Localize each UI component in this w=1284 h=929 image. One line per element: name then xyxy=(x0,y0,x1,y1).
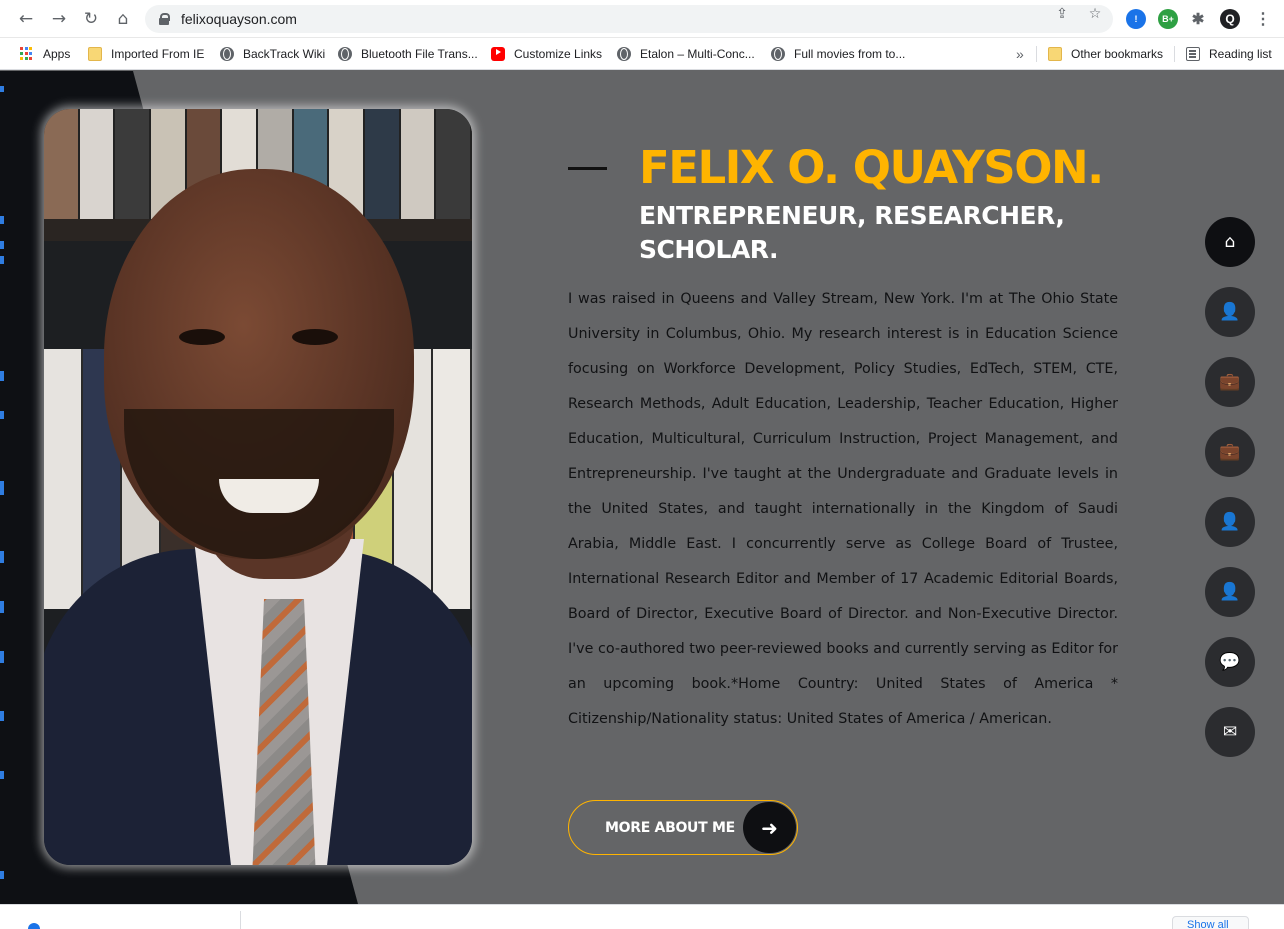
profile-avatar-icon[interactable]: Q xyxy=(1220,9,1240,29)
bookmarks-overflow-button[interactable]: » xyxy=(1016,43,1024,65)
share-icon[interactable]: ⇪ xyxy=(1054,6,1070,22)
hero-subtitle: ENTREPRENEUR, RESEARCHER, SCHOLAR. xyxy=(639,201,1065,264)
back-icon[interactable]: ← xyxy=(14,7,38,31)
globe-icon xyxy=(338,47,352,61)
bookmark-label: Full movies from to... xyxy=(794,47,906,61)
reload-icon[interactable]: ↻ xyxy=(79,7,103,31)
folder-icon xyxy=(1048,47,1062,61)
side-nav-testimonials[interactable]: 💬 xyxy=(1205,637,1255,687)
side-nav-profile-2[interactable]: 👤 xyxy=(1205,497,1255,547)
youtube-icon xyxy=(491,47,505,61)
hero-name: FELIX O. QUAYSON. xyxy=(639,141,1104,194)
globe-icon xyxy=(771,47,785,61)
bookmark-bluetooth[interactable]: Bluetooth File Trans... xyxy=(338,43,478,65)
folder-icon xyxy=(88,47,102,61)
lock-icon[interactable] xyxy=(159,13,170,25)
puzzle-extensions-icon[interactable]: ✱ xyxy=(1188,9,1208,29)
envelope-open-icon: ✉ xyxy=(1222,722,1238,742)
bookmark-label: Imported From IE xyxy=(111,47,205,61)
show-all-downloads-button[interactable]: Show all xyxy=(1172,916,1249,929)
download-bar: Show all xyxy=(0,904,1284,929)
bookmarks-divider xyxy=(1174,46,1175,62)
bookmark-imported-from-ie[interactable]: Imported From IE xyxy=(88,43,204,65)
side-nav-home[interactable]: ⌂ xyxy=(1205,217,1255,267)
bookmarks-divider xyxy=(1036,46,1037,62)
arrow-right-icon: ➜ xyxy=(743,802,796,853)
bookmark-star-icon[interactable]: ☆ xyxy=(1087,6,1103,22)
user-icon: 👤 xyxy=(1219,512,1241,532)
reading-list-icon xyxy=(1186,47,1200,61)
home-icon: ⌂ xyxy=(1224,232,1236,252)
title-dash xyxy=(568,167,607,170)
apps-grid-icon xyxy=(20,47,34,61)
left-scroll-ticks xyxy=(0,71,6,904)
download-bar-divider xyxy=(240,911,241,929)
forward-icon[interactable]: → xyxy=(47,7,71,31)
side-nav-contact[interactable]: ✉ xyxy=(1205,707,1255,757)
user-icon: 👤 xyxy=(1219,582,1241,602)
address-bar[interactable]: felixoquayson.com xyxy=(145,5,1113,33)
globe-icon xyxy=(617,47,631,61)
reading-list-button[interactable]: Reading list xyxy=(1186,43,1272,65)
page-hero: FELIX O. QUAYSON. ENTREPRENEUR, RESEARCH… xyxy=(0,71,1284,904)
bookmark-label: Etalon – Multi-Conc... xyxy=(640,47,755,61)
side-nav-resume[interactable]: 💼 xyxy=(1205,357,1255,407)
browser-toolbar: ← → ↻ ⌂ felixoquayson.com ⇪ ☆ ! B+ ✱ Q ⋮ xyxy=(0,0,1284,38)
home-button-icon[interactable]: ⌂ xyxy=(111,7,135,31)
bookmark-etalon[interactable]: Etalon – Multi-Conc... xyxy=(617,43,755,65)
bookmark-label: Apps xyxy=(43,47,71,61)
bookmark-label: Bluetooth File Trans... xyxy=(361,47,478,61)
hero-bio: I was raised in Queens and Valley Stream… xyxy=(568,291,1118,727)
bookmark-other-bookmarks[interactable]: Other bookmarks xyxy=(1048,43,1163,65)
reading-list-label: Reading list xyxy=(1209,47,1272,61)
side-nav-about[interactable]: 👤 xyxy=(1205,287,1255,337)
side-nav-profile-3[interactable]: 👤 xyxy=(1205,567,1255,617)
more-about-me-button[interactable]: MORE ABOUT ME ➜ xyxy=(568,800,798,855)
briefcase-icon: 💼 xyxy=(1219,442,1241,462)
bookmarks-bar: Apps Imported From IE BackTrack Wiki Blu… xyxy=(0,38,1284,70)
address-url[interactable]: felixoquayson.com xyxy=(181,11,297,27)
globe-icon xyxy=(220,47,234,61)
bookmark-apps[interactable]: Apps xyxy=(20,43,70,65)
translate-extension-icon[interactable]: ! xyxy=(1126,9,1146,29)
download-file-icon[interactable] xyxy=(28,923,40,929)
bookmark-label: Customize Links xyxy=(514,47,603,61)
bookmark-customize-links[interactable]: Customize Links xyxy=(491,43,602,65)
chat-icon: 💬 xyxy=(1219,652,1241,672)
user-icon: 👤 xyxy=(1219,302,1241,322)
bookmark-full-movies[interactable]: Full movies from to... xyxy=(771,43,905,65)
briefcase-icon: 💼 xyxy=(1219,372,1241,392)
bookmark-label: Other bookmarks xyxy=(1071,47,1164,61)
bookmark-label: BackTrack Wiki xyxy=(243,47,326,61)
profile-photo xyxy=(44,109,472,865)
side-nav-portfolio[interactable]: 💼 xyxy=(1205,427,1255,477)
bookmark-backtrack-wiki[interactable]: BackTrack Wiki xyxy=(220,43,325,65)
more-about-me-label: MORE ABOUT ME xyxy=(605,819,735,836)
bplus-extension-icon[interactable]: B+ xyxy=(1158,9,1178,29)
menu-kebab-icon[interactable]: ⋮ xyxy=(1253,9,1273,29)
